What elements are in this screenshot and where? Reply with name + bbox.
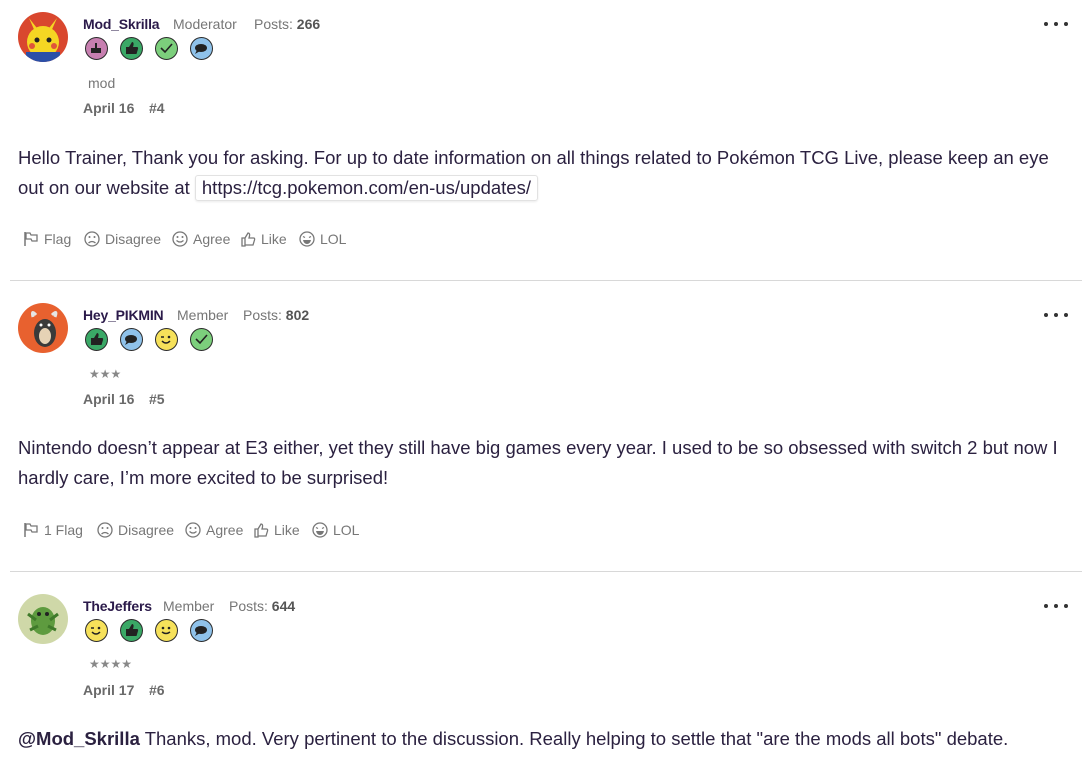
lol-button[interactable]: LOL [311,520,359,540]
lol-button[interactable]: LOL [298,229,346,249]
smile-badge-icon[interactable] [155,619,178,642]
agree-icon [185,522,201,538]
more-options-button[interactable] [1042,303,1072,323]
username[interactable]: Mod_Skrilla [83,16,160,32]
agree-label: Agree [193,231,231,247]
post-body: @Mod_Skrilla Thanks, mod. Very pertinent… [18,724,1062,754]
comment-badge-icon[interactable] [120,328,143,351]
comment-badge-icon[interactable] [190,37,213,60]
check-badge-icon[interactable] [155,37,178,60]
avatar[interactable] [18,12,68,62]
post-count-value: 644 [271,598,296,614]
agree-icon [172,231,188,247]
wink-badge-icon[interactable] [155,328,178,351]
username[interactable]: Hey_PIKMIN [83,307,164,323]
more-options-button[interactable] [1042,12,1072,32]
agree-label: Agree [206,522,244,538]
user-role: Member [177,307,229,323]
like-badge-icon[interactable] [120,619,143,642]
post-body: Nintendo doesn’t appear at E3 either, ye… [18,433,1062,493]
more-options-button[interactable] [1042,594,1072,614]
laugh-icon [299,231,315,247]
lol-label: LOL [320,231,347,247]
post-divider [10,280,1082,281]
post-count: Posts: 644 [229,598,295,614]
post-4: Mod_Skrilla Moderator Posts: 266 mod Apr… [0,0,1082,280]
like-badge-icon[interactable] [85,328,108,351]
like-label: Like [274,522,300,538]
comment-badge-icon[interactable] [190,619,213,642]
disagree-label: Disagree [118,522,175,538]
post-6: TheJeffers Member Posts: 644 ★★★★ April … [0,582,1082,769]
agree-button[interactable]: Agree [171,229,230,249]
like-button[interactable]: Like [239,229,287,249]
flag-button[interactable]: 1 Flag [22,520,83,540]
post-text: Thanks, mod. Very pertinent to the discu… [139,728,1009,749]
disagree-button[interactable]: Disagree [83,229,161,249]
post-divider [10,571,1082,572]
disagree-icon [84,231,100,247]
flag-button[interactable]: Flag [22,229,71,249]
post-body: Hello Trainer, Thank you for asking. For… [18,143,1062,203]
post-count-value: 266 [296,16,321,32]
updates-link[interactable]: https://tcg.pokemon.com/en-us/updates/ [194,175,538,201]
check-badge-icon[interactable] [190,328,213,351]
post-count-label: Posts: [243,307,282,323]
flag-label: 1 Flag [44,522,83,538]
lol-label: LOL [333,522,360,538]
disagree-icon [97,522,113,538]
post-date[interactable]: April 16 [83,391,134,407]
flag-icon [24,232,38,246]
avatar[interactable] [18,594,68,644]
username[interactable]: TheJeffers [83,598,152,614]
post-count: Posts: 802 [243,307,309,323]
cake-badge-icon[interactable] [85,37,108,60]
post-date[interactable]: April 16 [83,100,134,116]
flag-icon [24,523,38,537]
wink-badge-icon[interactable] [85,619,108,642]
rank-stars: ★★★ [89,367,122,381]
post-count-label: Posts: [229,598,268,614]
like-label: Like [261,231,287,247]
user-mention[interactable]: @Mod_Skrilla [18,728,140,749]
like-button[interactable]: Like [252,520,300,540]
like-badge-icon[interactable] [120,37,143,60]
post-count-label: Posts: [254,16,293,32]
user-role: Moderator [173,16,237,32]
flag-label: Flag [44,231,72,247]
post-count-value: 802 [285,307,310,323]
user-rank: mod [88,75,116,91]
thumbs-up-icon [241,232,256,247]
rank-stars: ★★★★ [89,657,133,671]
laugh-icon [312,522,328,538]
post-count: Posts: 266 [254,16,320,32]
post-date[interactable]: April 17 [83,682,134,698]
avatar[interactable] [18,303,68,353]
post-number[interactable]: #6 [149,682,165,698]
disagree-button[interactable]: Disagree [96,520,174,540]
user-role: Member [163,598,215,614]
post-number[interactable]: #5 [149,391,165,407]
thumbs-up-icon [254,523,269,538]
post-text: Nintendo doesn’t appear at E3 either, ye… [18,437,1058,488]
post-5: Hey_PIKMIN Member Posts: 802 ★★★ April 1… [0,291,1082,571]
post-number[interactable]: #4 [149,100,165,116]
agree-button[interactable]: Agree [184,520,243,540]
disagree-label: Disagree [105,231,162,247]
